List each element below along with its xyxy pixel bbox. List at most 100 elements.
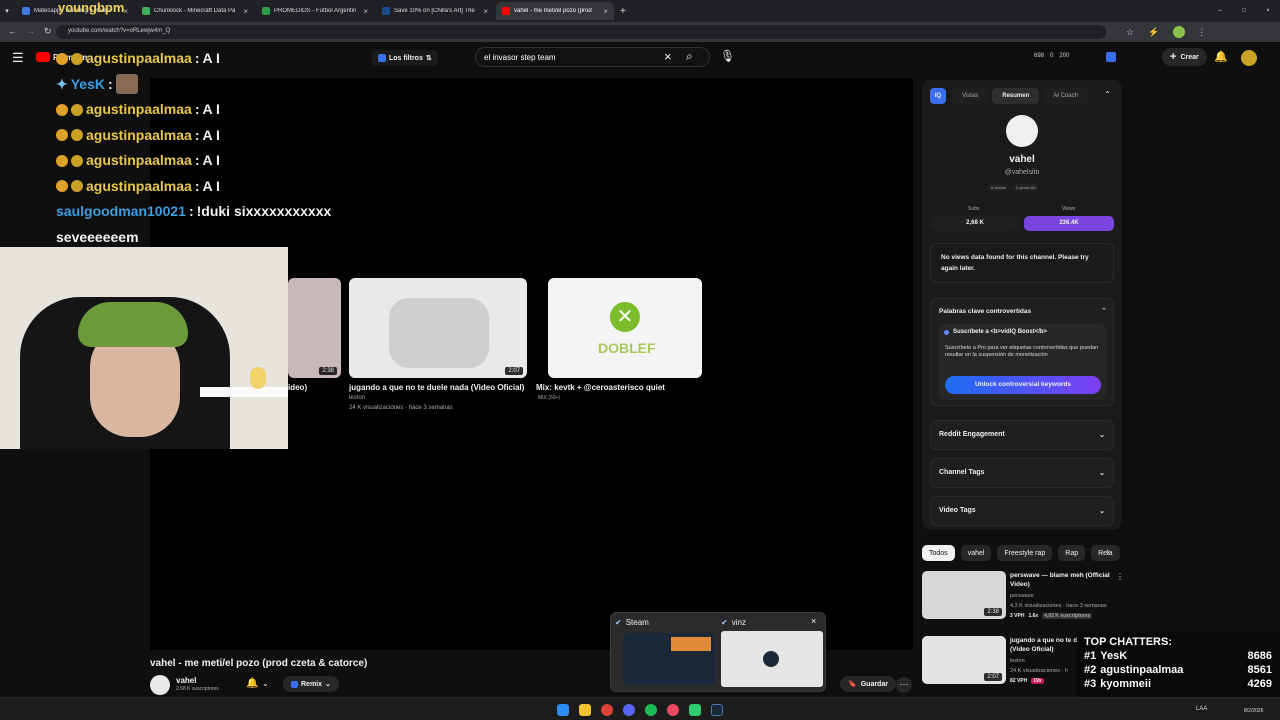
tab-menu-icon[interactable]: ▾: [0, 7, 14, 15]
related-thumbnail[interactable]: 2:07: [922, 636, 1006, 684]
filter-icon: ⇅: [425, 55, 432, 62]
section-title[interactable]: Palabras clave controvertidas: [939, 308, 1031, 315]
preview-title-vinz[interactable]: ✔ vinz: [721, 618, 746, 627]
browser-tab-active[interactable]: vahel - me meti/el pozo (prod ×: [496, 2, 614, 20]
chevron-down-icon[interactable]: ⌄: [262, 679, 269, 688]
extensions-icon[interactable]: ⚡: [1148, 27, 1159, 38]
related-channel[interactable]: perswave: [1010, 593, 1034, 599]
create-button[interactable]: + Crear: [1162, 48, 1207, 66]
spotify-icon[interactable]: [645, 704, 657, 716]
end-screen-thumbnail[interactable]: ✕ DOBLEF: [548, 278, 702, 378]
steam-window-preview[interactable]: [623, 633, 715, 685]
end-screen-title[interactable]: ideo): [288, 383, 307, 392]
tab-vistas[interactable]: Vistas: [952, 88, 989, 104]
tab-resumen[interactable]: Resumen: [992, 88, 1040, 104]
star-icon[interactable]: ☆: [1126, 27, 1134, 38]
chip-freestyle-rap[interactable]: Freestyle rap: [997, 545, 1053, 561]
window-close-button[interactable]: ×: [1256, 8, 1280, 14]
back-icon[interactable]: ←: [8, 26, 17, 36]
window-maximize-button[interactable]: □: [1232, 8, 1256, 14]
chevron-right-icon[interactable]: ›: [1106, 547, 1109, 558]
vidiq-icon: [378, 54, 386, 62]
more-options-icon[interactable]: ⋯: [896, 677, 912, 693]
promo-description: Suscríbete a Pro para ver etiquetas cont…: [945, 345, 1099, 358]
search-input[interactable]: el invasor step team: [475, 47, 710, 67]
tab-favicon-icon: [262, 7, 270, 15]
hamburger-menu-icon[interactable]: ☰: [12, 50, 24, 66]
related-video[interactable]: 2:38 perswave — blame meh (Official Vide…: [922, 571, 1124, 621]
badge-icon: [71, 180, 83, 193]
system-tray-date[interactable]: 8/2/2026: [1244, 708, 1263, 714]
reddit-engagement-section[interactable]: Reddit Engagement ⌄: [930, 420, 1114, 450]
vidiq-panel: IQ Vistas Resumen AI Coach ⌃ vahel @vahe…: [922, 80, 1122, 530]
account-avatar[interactable]: [1241, 50, 1257, 66]
close-icon[interactable]: ×: [483, 7, 488, 16]
remix-button[interactable]: Remix ⌄: [283, 676, 339, 692]
discord-icon[interactable]: [623, 704, 635, 716]
chip-rap[interactable]: Rap: [1058, 545, 1086, 561]
language-indicator[interactable]: LAA: [1196, 706, 1207, 712]
end-screen-thumbnail[interactable]: 2:07: [349, 278, 527, 378]
related-channel[interactable]: leston: [1010, 658, 1025, 664]
menu-icon[interactable]: ⋮: [1197, 27, 1206, 38]
address-bar[interactable]: youtube.com/watch?v=oRLewjw4m_Q: [56, 25, 1106, 39]
views-value[interactable]: 236.4K: [1024, 216, 1114, 231]
browser-tab[interactable]: Save 10% on [Chilla's Art] The ×: [376, 2, 494, 20]
subs-label: Subs: [968, 206, 980, 212]
related-thumbnail[interactable]: 2:38: [922, 571, 1006, 619]
badge-icon: [56, 129, 68, 142]
close-icon[interactable]: ×: [243, 7, 248, 16]
window-minimize-button[interactable]: –: [1208, 8, 1232, 14]
windows-start-icon[interactable]: [557, 704, 569, 716]
notification-bell-icon[interactable]: 🔔: [246, 678, 258, 689]
reload-icon[interactable]: ↻: [44, 26, 52, 37]
unlock-keywords-button[interactable]: Unlock controversial keywords: [945, 376, 1101, 394]
notifications-bell-icon[interactable]: 🔔: [1214, 50, 1228, 63]
end-screen-channel[interactable]: leston: [349, 395, 365, 401]
preview-title-steam[interactable]: ✔ Steam: [615, 618, 649, 627]
filters-button[interactable]: Los filtros ⇅: [372, 50, 438, 66]
chevron-up-icon[interactable]: ⌃: [1101, 307, 1107, 315]
channel-avatar[interactable]: [150, 675, 170, 695]
channel-tags-section[interactable]: Channel Tags ⌄: [930, 458, 1114, 488]
end-screen-thumbnail[interactable]: 2:38: [288, 278, 341, 378]
obs-icon[interactable]: [689, 704, 701, 716]
search-icon[interactable]: ⌕: [686, 49, 693, 64]
stream-chat-overlay: agustinpaalmaa: A I ✦ YesK: agustinpaalma…: [56, 46, 331, 250]
desk-lamp: [250, 367, 266, 389]
microphone-icon[interactable]: 🎙: [720, 49, 735, 63]
close-icon[interactable]: ×: [811, 616, 816, 626]
file-explorer-icon[interactable]: [579, 704, 591, 716]
promo-box: Suscríbete a <b>vidIQ Boost</b> Suscríbe…: [939, 324, 1107, 400]
tab-ai-coach[interactable]: AI Coach: [1043, 88, 1088, 104]
app-icon[interactable]: [667, 704, 679, 716]
related-title[interactable]: jugando a que no te d (Video Oficial): [1010, 636, 1080, 654]
chip-vahel[interactable]: vahel: [960, 545, 992, 561]
end-screen-title[interactable]: jugando a que no te duele nada (Video Of…: [349, 383, 524, 392]
steam-taskbar-icon[interactable]: [711, 704, 723, 716]
video-tags-section[interactable]: Video Tags ⌄: [930, 496, 1114, 526]
new-tab-button[interactable]: +: [620, 6, 626, 17]
close-icon[interactable]: ×: [363, 7, 368, 16]
filter-chips: Todos vahel Freestyle rap Rap Rela: [922, 545, 1120, 561]
clear-search-icon[interactable]: ×: [664, 49, 672, 64]
profile-avatar[interactable]: [1173, 26, 1186, 38]
chat-line: agustinpaalmaa: A I: [56, 123, 331, 149]
save-button[interactable]: 🔖 Guardar: [840, 676, 896, 692]
browser-tab[interactable]: PROMEDIOS - Futbol Argentin ×: [256, 2, 374, 20]
chip-todos[interactable]: Todos: [922, 545, 955, 561]
related-title[interactable]: perswave — blame meh (Official Video): [1010, 571, 1114, 589]
chevron-up-icon[interactable]: ⌃: [1104, 90, 1111, 99]
close-icon[interactable]: ×: [603, 7, 608, 16]
channel-name[interactable]: vahel: [176, 676, 196, 685]
vinz-window-preview[interactable]: [721, 631, 823, 687]
tab-favicon-icon: [22, 7, 30, 15]
related-vidiq-stats: 82 VPH 19x: [1010, 678, 1044, 684]
chevron-down-icon: ⌄: [325, 681, 331, 688]
forward-icon[interactable]: →: [26, 26, 35, 36]
end-screen-title[interactable]: Mix: kevtk + @ceroasterisco quiet: [536, 383, 665, 392]
vidiq-icon[interactable]: [1106, 52, 1116, 62]
chrome-icon[interactable]: [601, 704, 613, 716]
browser-tab[interactable]: Chunklock - Minecraft Data Pa ×: [136, 2, 254, 20]
more-options-icon[interactable]: ⋮: [1116, 572, 1124, 581]
